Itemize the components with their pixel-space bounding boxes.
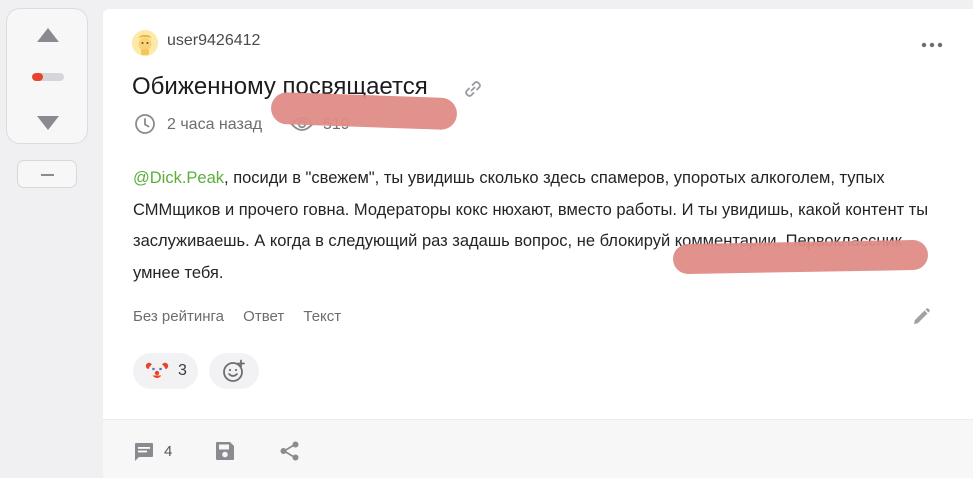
comments-count: 4 xyxy=(164,443,173,460)
rating-bar xyxy=(32,73,64,81)
clock-icon xyxy=(135,114,155,134)
redaction-mark-body xyxy=(672,239,929,275)
upvote-arrow-icon[interactable] xyxy=(36,27,60,43)
link-icon[interactable] xyxy=(463,79,483,99)
tag-list: Без рейтинга Ответ Текст xyxy=(133,308,356,325)
pencil-icon[interactable] xyxy=(911,307,931,327)
save-icon[interactable] xyxy=(214,440,236,462)
author-username[interactable]: user9426412 xyxy=(167,32,260,50)
avatar[interactable] xyxy=(132,30,158,56)
reaction-chip[interactable]: 3 xyxy=(133,353,198,389)
clown-face-icon xyxy=(145,362,169,381)
comment-icon xyxy=(135,443,153,461)
post-time: 2 часа назад xyxy=(167,116,263,133)
share-icon[interactable] xyxy=(279,440,301,462)
avatar-face-icon xyxy=(132,30,158,56)
tag-item[interactable]: Текст xyxy=(303,308,341,325)
downvote-arrow-icon[interactable] xyxy=(36,115,60,131)
tag-item[interactable]: Без рейтинга xyxy=(133,308,224,325)
add-reaction-button[interactable] xyxy=(209,353,259,389)
add-emoji-icon xyxy=(223,359,245,382)
rating-panel xyxy=(6,8,88,144)
reaction-count: 3 xyxy=(178,362,187,379)
user-mention-link[interactable]: @Dick.Peak xyxy=(133,169,224,187)
more-options-icon[interactable] xyxy=(920,41,944,49)
comments-button[interactable]: 4 xyxy=(133,441,181,465)
rating-bar-negative-fill xyxy=(32,73,44,81)
redaction-mark-title xyxy=(270,91,458,131)
tag-item[interactable]: Ответ xyxy=(243,308,284,325)
collapse-button[interactable] xyxy=(17,160,77,188)
